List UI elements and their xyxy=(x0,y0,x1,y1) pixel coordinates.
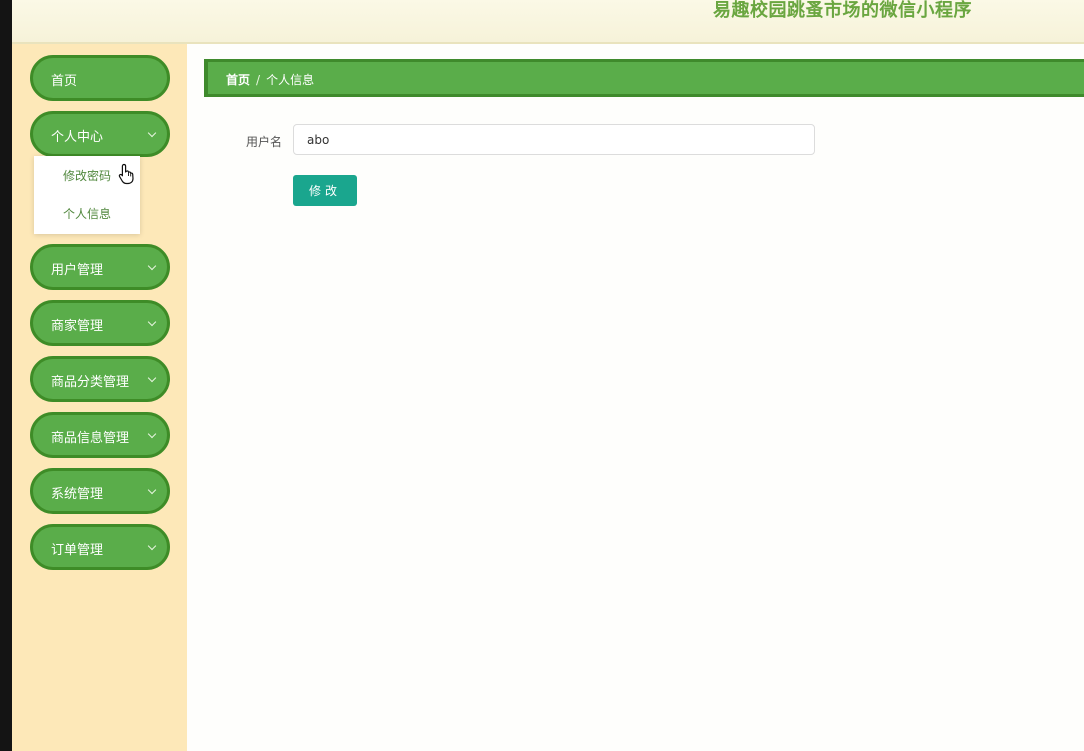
sidebar: 首页 个人中心 用户管理 商家管理 商品分类管理 商品信息管理 系统管理 订单管… xyxy=(12,44,187,751)
chevron-down-icon xyxy=(147,429,157,439)
chevron-down-icon xyxy=(147,485,157,495)
sidebar-item-order-management[interactable]: 订单管理 xyxy=(30,524,170,570)
chevron-down-icon xyxy=(147,128,157,138)
username-label: 用户名 xyxy=(246,135,283,149)
sidebar-item-category-management[interactable]: 商品分类管理 xyxy=(30,356,170,402)
chevron-down-icon xyxy=(147,261,157,271)
sidebar-item-user-management[interactable]: 用户管理 xyxy=(30,244,170,290)
sidebar-item-label: 个人中心 xyxy=(51,130,104,145)
username-input[interactable] xyxy=(293,124,815,155)
breadcrumb-home[interactable]: 首页 xyxy=(226,73,250,87)
sidebar-item-product-management[interactable]: 商品信息管理 xyxy=(30,412,170,458)
sidebar-item-label: 系统管理 xyxy=(51,487,104,502)
window-edge xyxy=(0,0,12,751)
chevron-down-icon xyxy=(147,541,157,551)
sidebar-item-label: 订单管理 xyxy=(51,543,104,558)
hand-pointer-cursor xyxy=(118,163,136,189)
sidebar-item-label: 商家管理 xyxy=(51,319,104,334)
breadcrumb-bar: 首页 / 个人信息 xyxy=(204,59,1084,97)
chevron-down-icon xyxy=(147,373,157,383)
submenu-item-personal-info[interactable]: 个人信息 xyxy=(34,196,140,232)
sidebar-item-system-management[interactable]: 系统管理 xyxy=(30,468,170,514)
update-button[interactable]: 修改 xyxy=(293,175,357,206)
sidebar-item-home[interactable]: 首页 xyxy=(30,55,170,101)
breadcrumb: 首页 / 个人信息 xyxy=(226,71,314,88)
sidebar-item-personal-center[interactable]: 个人中心 xyxy=(30,111,170,157)
breadcrumb-separator: / xyxy=(256,73,261,87)
chevron-down-icon xyxy=(147,317,157,327)
breadcrumb-current: 个人信息 xyxy=(266,73,315,87)
sidebar-item-label: 商品信息管理 xyxy=(51,431,130,446)
sidebar-item-label: 首页 xyxy=(51,74,78,89)
sidebar-item-label: 用户管理 xyxy=(51,263,104,278)
app-title: 易趣校园跳蚤市场的微信小程序 xyxy=(713,0,972,21)
sidebar-item-merchant-management[interactable]: 商家管理 xyxy=(30,300,170,346)
sidebar-item-label: 商品分类管理 xyxy=(51,375,130,390)
top-header: 易趣校园跳蚤市场的微信小程序 xyxy=(12,0,1084,44)
